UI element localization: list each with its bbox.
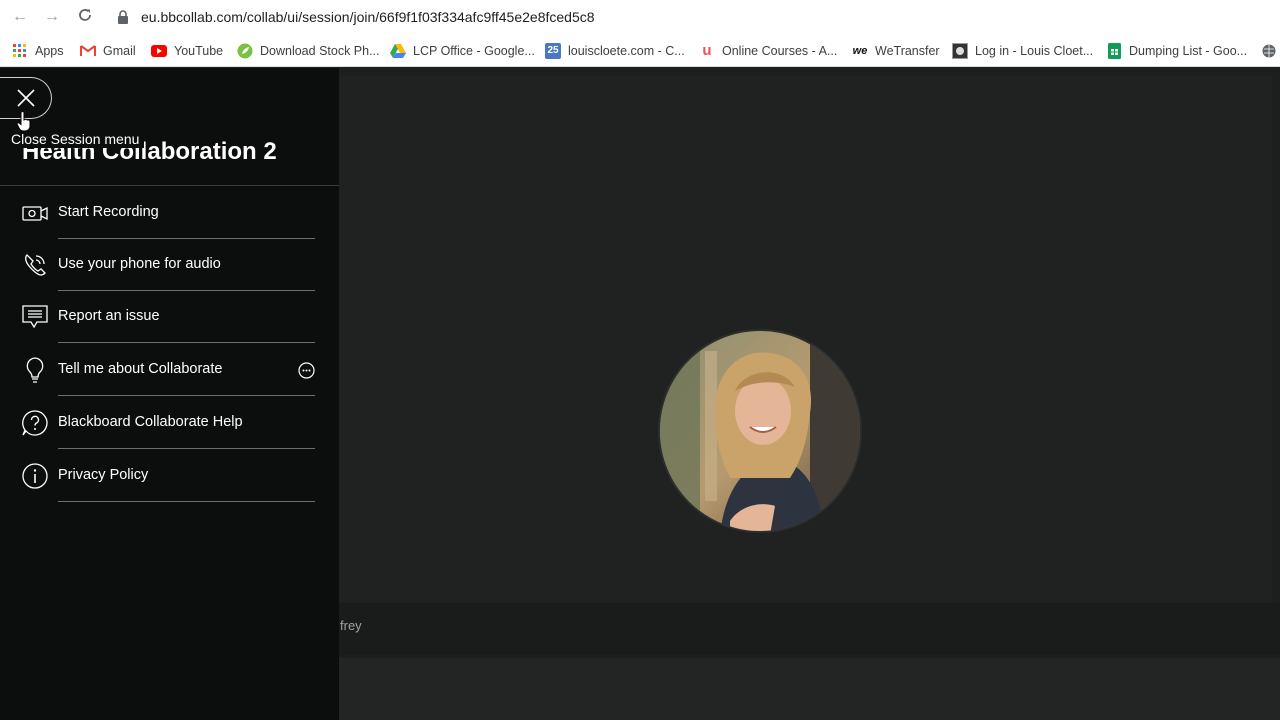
menu-item-label: Start Recording xyxy=(58,204,159,220)
bookmark-label: Apps xyxy=(35,43,64,58)
bookmark-lcp-office[interactable]: LCP Office - Google... xyxy=(390,42,535,59)
more-options-icon[interactable] xyxy=(298,362,315,379)
bookmark-overflow[interactable] xyxy=(1261,42,1280,59)
close-session-menu-tooltip: Close Session menu xyxy=(6,130,145,148)
menu-item-label: Report an issue xyxy=(58,308,160,324)
phone-audio-icon xyxy=(21,251,48,278)
bookmarks-bar: Apps Gmail YouTube Download Stock Ph... … xyxy=(0,34,1280,67)
session-menu-panel: Health Collaboration 2 Close Session men… xyxy=(0,68,339,720)
gmail-icon xyxy=(80,43,96,59)
participant-name: frey xyxy=(340,618,362,633)
bookmark-label: Log in - Louis Cloet... xyxy=(975,43,1094,58)
bookmark-louiscloete[interactable]: 25 louiscloete.com - C... xyxy=(545,42,685,59)
participant-name-bar xyxy=(339,603,1280,655)
leaf-icon xyxy=(237,43,253,59)
menu-item-label: Use your phone for audio xyxy=(58,256,221,272)
menu-divider xyxy=(58,342,315,343)
report-issue-icon xyxy=(21,303,48,330)
bookmark-dumping-list[interactable]: Dumping List - Goo... xyxy=(1106,42,1247,59)
participant-avatar xyxy=(658,329,862,533)
bottom-strip xyxy=(339,658,1280,720)
google-sheets-icon xyxy=(1106,42,1122,59)
bookmark-youtube[interactable]: YouTube xyxy=(151,42,223,59)
menu-divider xyxy=(58,448,315,449)
lightbulb-icon xyxy=(21,356,48,383)
bookmark-gmail[interactable]: Gmail xyxy=(80,42,136,59)
menu-item-label: Tell me about Collaborate xyxy=(58,361,223,377)
menu-divider xyxy=(58,501,315,502)
lock-icon[interactable] xyxy=(117,10,129,24)
menu-item-privacy-policy[interactable]: Privacy Policy xyxy=(0,450,339,502)
menu-item-tell-me-about-collaborate[interactable]: Tell me about Collaborate xyxy=(0,344,339,396)
menu-item-label: Privacy Policy xyxy=(58,467,149,483)
bookmark-label: Dumping List - Goo... xyxy=(1129,43,1248,58)
bookmark-login-louis[interactable]: Log in - Louis Cloet... xyxy=(952,42,1093,59)
bookmark-label: louiscloete.com - C... xyxy=(568,43,685,58)
menu-item-start-recording[interactable]: Start Recording xyxy=(0,187,339,239)
bookmark-label: YouTube xyxy=(174,43,224,58)
hand-cursor-icon xyxy=(17,112,31,132)
address-bar-url[interactable]: eu.bbcollab.com/collab/ui/session/join/6… xyxy=(141,9,595,25)
globe-icon xyxy=(1261,43,1277,59)
youtube-icon xyxy=(151,43,167,59)
menu-divider xyxy=(58,395,315,396)
title-divider xyxy=(0,185,339,186)
bookmark-online-courses[interactable]: u Online Courses - A... xyxy=(699,42,837,59)
bookmark-label: LCP Office - Google... xyxy=(413,43,535,58)
close-icon xyxy=(16,89,35,107)
bookmark-label: WeTransfer xyxy=(875,43,940,58)
collaborate-app: frey Health Collaboration 2 Close Sessio… xyxy=(0,68,1280,720)
site-icon xyxy=(952,42,968,59)
apps-grid-icon xyxy=(12,43,28,59)
browser-toolbar: ← → eu.bbcollab.com/collab/ui/session/jo… xyxy=(0,0,1280,34)
record-camera-icon xyxy=(21,199,48,226)
calendar-icon: 25 xyxy=(545,42,561,59)
menu-item-phone-audio[interactable]: Use your phone for audio xyxy=(0,239,339,291)
bookmark-label: Download Stock Ph... xyxy=(260,43,380,58)
bookmark-apps[interactable]: Apps xyxy=(12,42,64,59)
bookmark-download-stock[interactable]: Download Stock Ph... xyxy=(237,42,380,59)
bookmark-wetransfer[interactable]: we WeTransfer xyxy=(852,42,940,59)
reload-icon[interactable] xyxy=(75,7,95,27)
menu-item-report-issue[interactable]: Report an issue xyxy=(0,291,339,343)
forward-arrow-icon[interactable]: → xyxy=(42,7,62,27)
menu-item-label: Blackboard Collaborate Help xyxy=(58,414,243,430)
wetransfer-icon: we xyxy=(852,44,868,57)
udemy-icon: u xyxy=(702,42,712,59)
help-icon xyxy=(21,409,48,436)
bookmark-label: Online Courses - A... xyxy=(722,43,838,58)
back-arrow-icon[interactable]: ← xyxy=(10,7,30,27)
google-drive-icon xyxy=(390,43,406,59)
menu-item-collaborate-help[interactable]: Blackboard Collaborate Help xyxy=(0,397,339,449)
bookmark-label: Gmail xyxy=(103,43,136,58)
info-icon xyxy=(21,462,48,489)
